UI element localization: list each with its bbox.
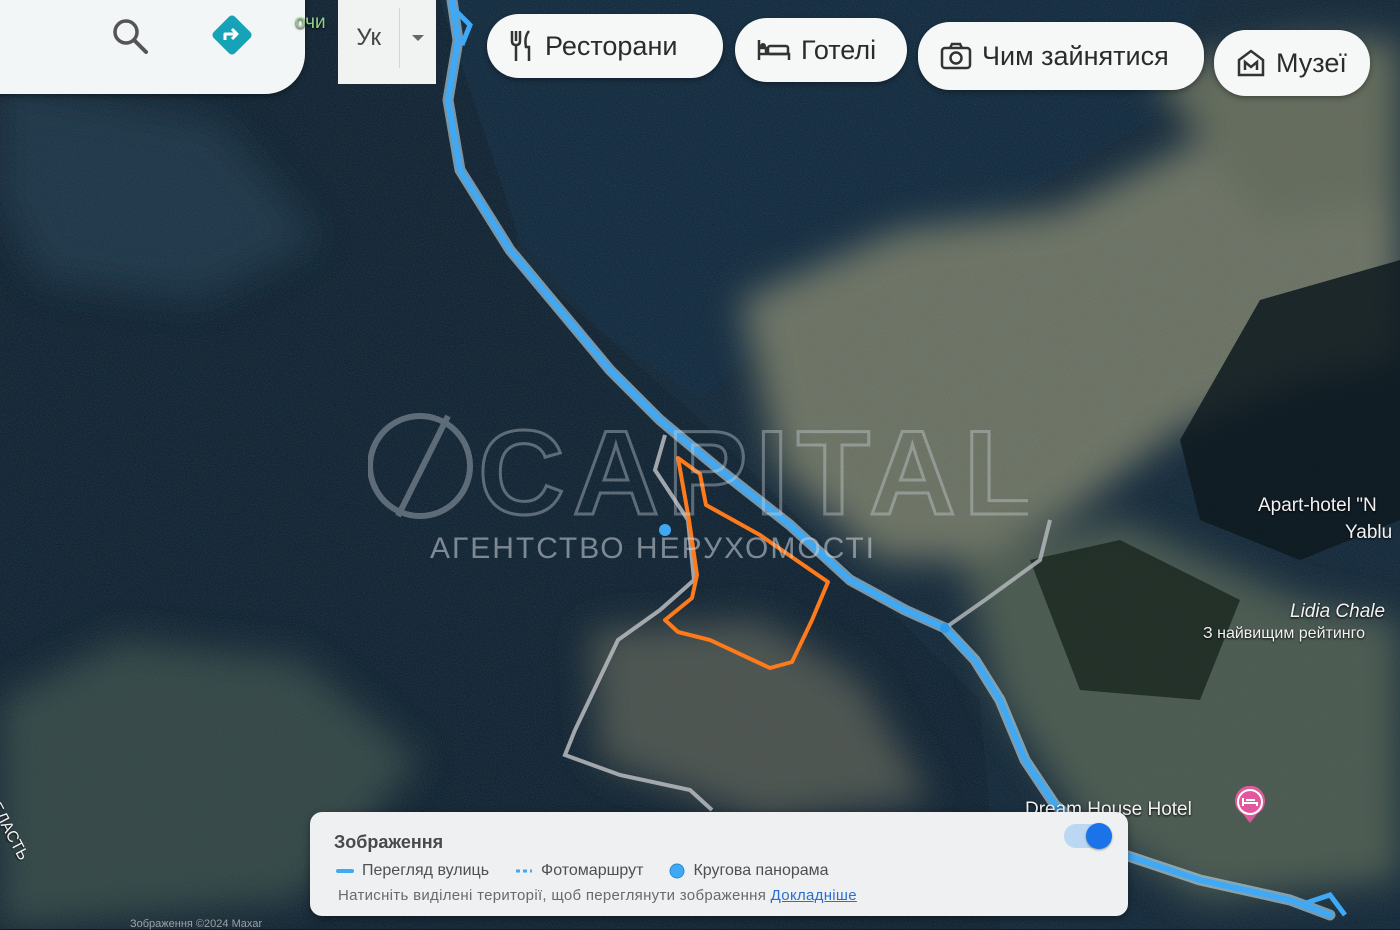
map-label-lidia-chalet[interactable]: Lidia Chale: [1290, 601, 1385, 623]
panel-title: Зображення: [334, 832, 444, 852]
imagery-toggle[interactable]: [1064, 823, 1112, 849]
chip-restaurants[interactable]: Ресторани: [487, 14, 723, 78]
map-label-rating: З найвищим рейтинго: [1203, 625, 1365, 642]
language-code: Ук: [338, 8, 401, 68]
chip-label: Музеї: [1276, 47, 1347, 78]
chip-hotels[interactable]: Готелі: [735, 18, 907, 82]
directions-icon[interactable]: [209, 12, 255, 58]
map-attribution: Зображення ©2024 Maxar: [130, 918, 263, 930]
search-icon[interactable]: [110, 16, 150, 56]
map-place-fragment: очи: [295, 12, 326, 33]
chip-label: Чим зайнятися: [982, 40, 1169, 71]
watermark-brand: CAPITAL: [478, 406, 1028, 540]
toggle-knob: [1086, 823, 1112, 849]
legend-label: Фотомаршрут: [541, 862, 644, 879]
hint-text: Натисніть виділені території, щоб перегл…: [338, 887, 767, 904]
museum-icon: [1237, 49, 1265, 77]
chip-museums[interactable]: Музеї: [1214, 30, 1370, 96]
photo-route-dashed-icon: [516, 869, 533, 873]
legend-photo-route: Фотомаршрут: [515, 862, 643, 880]
chip-label: Ресторани: [545, 30, 678, 61]
imagery-legend: Перегляд вулиць Фотомаршрут Кругова пано…: [336, 862, 829, 880]
camera-icon: [940, 42, 972, 70]
legend-label: Перегляд вулиць: [362, 862, 490, 879]
chevron-down-icon[interactable]: [400, 33, 436, 43]
watermark-subtitle: АГЕНТСТВО НЕРУХОМОСТІ: [430, 532, 877, 565]
hotel-bed-icon: [757, 40, 791, 60]
street-view-line-icon: [336, 869, 354, 873]
legend-label: Кругова панорама: [693, 862, 829, 879]
legend-panorama: Кругова панорама: [669, 862, 829, 880]
hotel-pin-icon[interactable]: [1233, 786, 1267, 824]
legend-street-view: Перегляд вулиць: [336, 862, 489, 880]
restaurant-icon: [510, 30, 531, 61]
map-label-apart-hotel-2[interactable]: Yablu: [1345, 522, 1392, 544]
imagery-panel: Зображення Перегляд вулиць Фотомаршрут К…: [310, 812, 1128, 916]
language-selector[interactable]: Ук: [338, 0, 436, 84]
panorama-dot-icon: [669, 863, 685, 879]
search-box[interactable]: [0, 0, 305, 94]
imagery-hint: Натисніть виділені території, щоб перегл…: [338, 887, 857, 904]
learn-more-link[interactable]: Докладніше: [771, 887, 857, 904]
chip-label: Готелі: [801, 34, 877, 65]
map-label-apart-hotel[interactable]: Apart-hotel "N: [1258, 495, 1377, 517]
chip-things-to-do[interactable]: Чим зайнятися: [918, 22, 1204, 90]
